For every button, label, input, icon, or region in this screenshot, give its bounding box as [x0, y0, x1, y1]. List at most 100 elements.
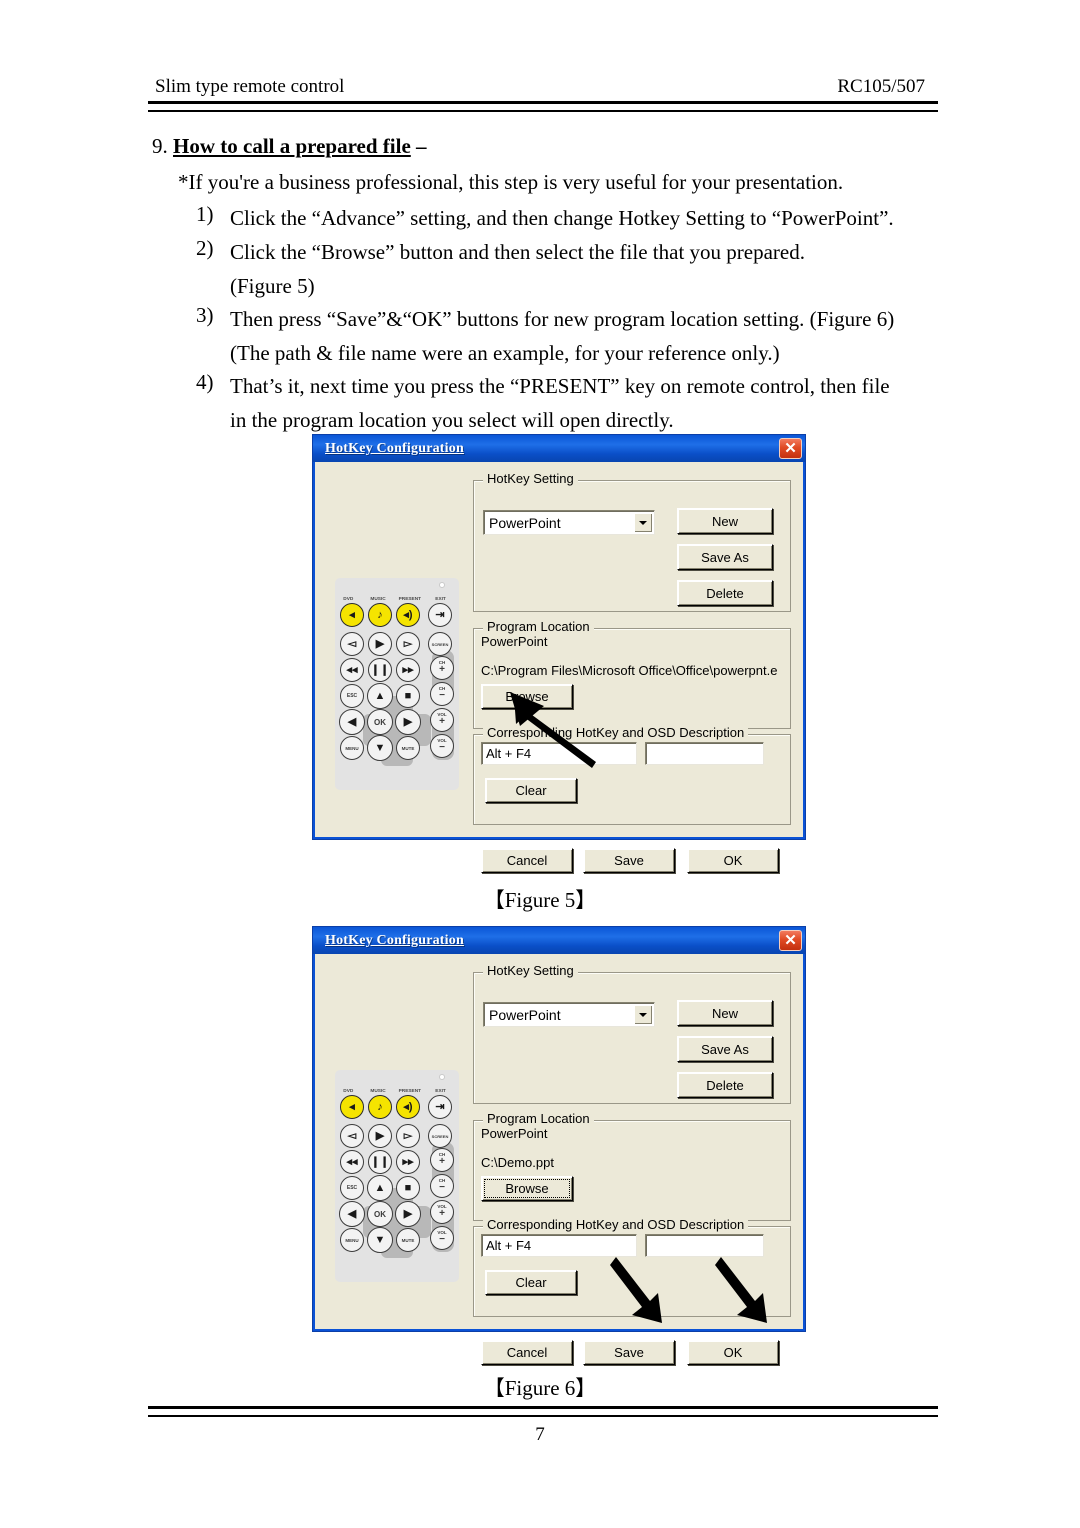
clear-button[interactable]: Clear: [485, 1270, 577, 1295]
hotkey-field[interactable]: Alt + F4: [481, 1234, 637, 1257]
dialog-title-bar[interactable]: HotKey Configuration ✕: [313, 435, 805, 462]
mute-key[interactable]: MUTE: [396, 1228, 420, 1252]
left-key[interactable]: ◀: [339, 709, 365, 735]
close-icon[interactable]: ✕: [779, 930, 802, 951]
new-button[interactable]: New: [677, 1000, 773, 1026]
music-key[interactable]: ♪: [368, 1095, 392, 1119]
key-label-exit: EXIT: [435, 1088, 446, 1094]
hotkey-field[interactable]: Alt + F4: [481, 742, 637, 765]
new-button[interactable]: New: [677, 508, 773, 534]
hotkey-combo-value: PowerPoint: [489, 514, 561, 531]
right-key[interactable]: ▶: [395, 1201, 421, 1227]
mute-key[interactable]: MUTE: [396, 736, 420, 760]
browse-button[interactable]: Browse: [481, 1176, 573, 1201]
key-label-dvd: DVD: [343, 596, 354, 602]
menu-key[interactable]: MENU: [340, 1228, 364, 1252]
hotkey-combo-box[interactable]: PowerPoint: [483, 1002, 655, 1027]
up-key[interactable]: ▲: [367, 1175, 393, 1201]
ok-key[interactable]: OK: [367, 709, 393, 735]
ok-key[interactable]: OK: [367, 1201, 393, 1227]
pause-key[interactable]: ❙❙: [368, 1150, 392, 1174]
figure5-caption: 【Figure 5】: [483, 888, 597, 912]
dialog-title: HotKey Configuration: [325, 932, 464, 948]
osd-description-field[interactable]: [645, 742, 764, 765]
stop-key[interactable]: ■: [396, 1176, 420, 1200]
ok-button[interactable]: OK: [687, 848, 779, 873]
prev-key[interactable]: ◅: [340, 1124, 364, 1148]
chevron-down-icon[interactable]: [634, 513, 652, 532]
volume-down-key[interactable]: VOL −: [430, 1226, 454, 1250]
volume-up-key[interactable]: VOL +: [430, 708, 454, 732]
down-key[interactable]: ▼: [367, 1227, 393, 1253]
fast-forward-key[interactable]: ▸▸: [396, 1150, 420, 1174]
dialog-body: DVD MUSIC PRESENT EXIT ◂ ♪ ◂) ⇥ ◅ ▶ ▻ SC…: [315, 954, 803, 1365]
rewind-key[interactable]: ◂◂: [340, 1150, 364, 1174]
list-item-text: Then press “Save”&“OK” buttons for new p…: [230, 307, 895, 331]
exit-key[interactable]: ⇥: [428, 1095, 452, 1119]
present-key[interactable]: ◂): [396, 1095, 420, 1119]
prev-key[interactable]: ◅: [340, 632, 364, 656]
channel-down-key[interactable]: CH −: [430, 682, 454, 706]
hotkey-configuration-dialog-figure5: HotKey Configuration ✕ DVD MUSIC PRESENT…: [312, 434, 806, 873]
cancel-button[interactable]: Cancel: [481, 1340, 573, 1365]
key-label-music: MUSIC: [370, 1088, 386, 1094]
list-item: 2) Click the “Browse” button and then se…: [196, 236, 956, 269]
esc-key[interactable]: ESC: [340, 684, 364, 708]
hotkey-combo-value: PowerPoint: [489, 1006, 561, 1023]
save-button[interactable]: Save: [583, 848, 675, 873]
list-item-marker: 3): [196, 303, 214, 327]
menu-key[interactable]: MENU: [340, 736, 364, 760]
save-as-button[interactable]: Save As: [677, 544, 773, 570]
save-as-button[interactable]: Save As: [677, 1036, 773, 1062]
cancel-button[interactable]: Cancel: [481, 848, 573, 873]
save-button[interactable]: Save: [583, 1340, 675, 1365]
ok-button[interactable]: OK: [687, 1340, 779, 1365]
dvd-key[interactable]: ◂: [340, 603, 364, 627]
rewind-key[interactable]: ◂◂: [340, 658, 364, 682]
left-key[interactable]: ◀: [339, 1201, 365, 1227]
screen-key[interactable]: SCREEN: [428, 1124, 452, 1148]
osd-description-field[interactable]: [645, 1234, 764, 1257]
right-key[interactable]: ▶: [395, 709, 421, 735]
clear-button[interactable]: Clear: [485, 778, 577, 803]
channel-up-key[interactable]: CH +: [430, 1148, 454, 1172]
play-key[interactable]: ▶: [368, 632, 392, 656]
channel-down-key[interactable]: CH −: [430, 1174, 454, 1198]
present-key[interactable]: ◂): [396, 603, 420, 627]
volume-up-key[interactable]: VOL +: [430, 1200, 454, 1224]
hotkey-combo-box[interactable]: PowerPoint: [483, 510, 655, 535]
pause-key[interactable]: ❙❙: [368, 658, 392, 682]
remote-led-icon: [439, 1074, 445, 1080]
list-item: 3) Then press “Save”&“OK” buttons for ne…: [196, 303, 956, 336]
list-item-continuation: (The path & file name were an example, f…: [230, 341, 780, 365]
play-key[interactable]: ▶: [368, 1124, 392, 1148]
close-icon[interactable]: ✕: [779, 438, 802, 459]
channel-up-key[interactable]: CH +: [430, 656, 454, 680]
chevron-down-icon[interactable]: [634, 1005, 652, 1024]
down-key[interactable]: ▼: [367, 735, 393, 761]
music-key[interactable]: ♪: [368, 603, 392, 627]
esc-key[interactable]: ESC: [340, 1176, 364, 1200]
header-right-text: RC105/507: [837, 76, 925, 97]
next-key[interactable]: ▻: [396, 632, 420, 656]
screen-key[interactable]: SCREEN: [428, 632, 452, 656]
program-location-legend: Program Location: [483, 619, 594, 634]
delete-button[interactable]: Delete: [677, 1072, 773, 1098]
dialog-title-bar[interactable]: HotKey Configuration ✕: [313, 927, 805, 954]
next-key[interactable]: ▻: [396, 1124, 420, 1148]
stop-key[interactable]: ■: [396, 684, 420, 708]
key-label-present: PRESENT: [398, 596, 422, 602]
browse-button[interactable]: Browse: [481, 684, 573, 709]
section-note: *If you're a business professional, this…: [178, 170, 844, 194]
volume-down-key[interactable]: VOL −: [430, 734, 454, 758]
up-key[interactable]: ▲: [367, 683, 393, 709]
remote-control-image: DVD MUSIC PRESENT EXIT ◂ ♪ ◂) ⇥ ◅ ▶ ▻ SC…: [335, 1070, 459, 1282]
osd-description-legend: Corresponding HotKey and OSD Description: [483, 725, 749, 740]
list-item-marker: 1): [196, 202, 214, 226]
exit-key[interactable]: ⇥: [428, 603, 452, 627]
dvd-key[interactable]: ◂: [340, 1095, 364, 1119]
header-left-text: Slim type remote control: [155, 76, 345, 97]
instruction-list: 1) Click the “Advance” setting, and then…: [196, 202, 956, 437]
delete-button[interactable]: Delete: [677, 580, 773, 606]
fast-forward-key[interactable]: ▸▸: [396, 658, 420, 682]
